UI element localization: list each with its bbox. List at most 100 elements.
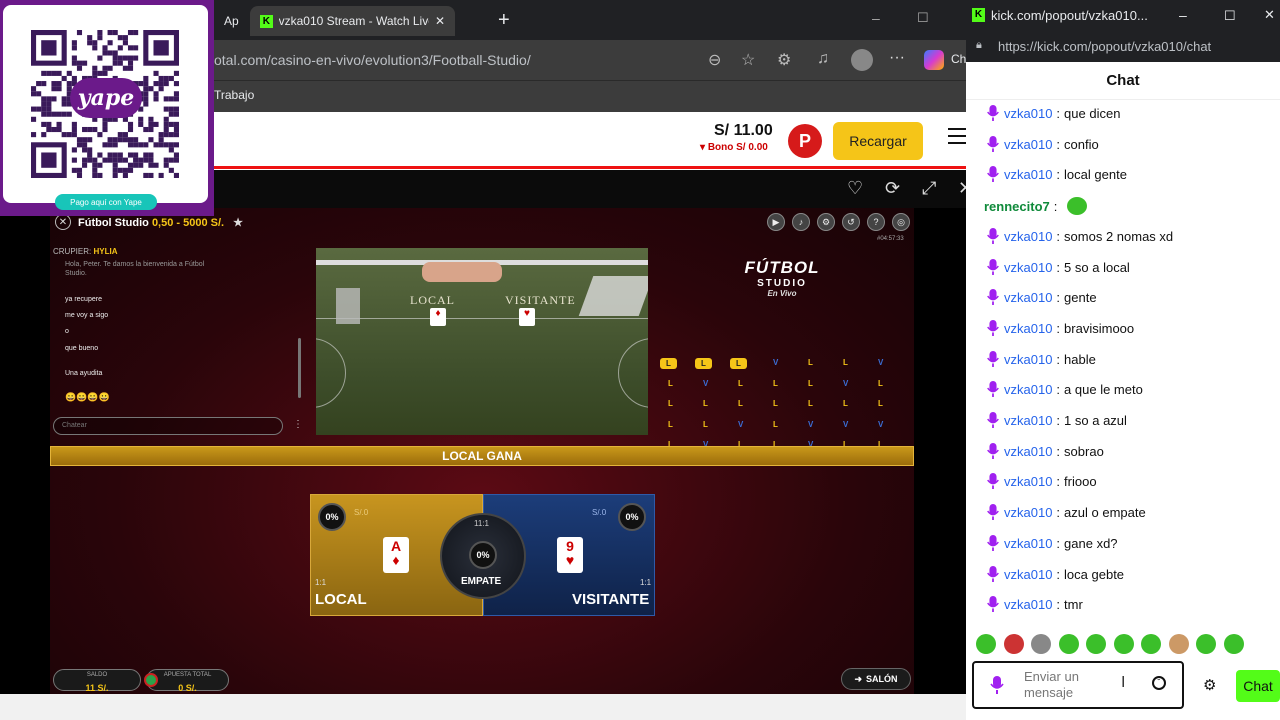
local-odds: 1:1 (315, 578, 327, 587)
chat-text: sobrao (1064, 443, 1104, 459)
emote-icon[interactable] (1141, 634, 1161, 654)
reader-icon[interactable]: ⊖ (708, 50, 721, 70)
chat-username[interactable]: vzka010 (1004, 106, 1052, 121)
lock-icon: 🔒︎ (976, 39, 982, 51)
microphone-icon[interactable] (990, 676, 1004, 694)
emote-icon[interactable] (1058, 634, 1079, 654)
chat-message: vzka010: sobrao (986, 443, 1104, 459)
chat-line: o (65, 328, 69, 335)
chat-options-icon[interactable]: ⋮ (293, 419, 303, 430)
chat-line: ya recupere (65, 296, 102, 303)
lobby-icon[interactable]: ◎ (892, 213, 910, 231)
video-icon[interactable]: ▶ (767, 213, 785, 231)
chat-username[interactable]: vzka010 (1004, 444, 1052, 459)
microphone-badge-icon (987, 259, 999, 275)
profile-avatar[interactable] (851, 49, 873, 71)
refresh-icon[interactable]: ⟳ (885, 178, 900, 199)
chat-username[interactable]: vzka010 (1004, 352, 1052, 367)
kick-url[interactable]: https://kick.com/popout/vzka010/chat (998, 39, 1211, 54)
emoji-icon[interactable]: ˘ (1152, 676, 1166, 690)
chat-username[interactable]: rennecito7 (984, 199, 1050, 214)
emote-icon[interactable] (1113, 634, 1134, 654)
crupier-name: HYLIA (93, 247, 118, 256)
emote-icon[interactable] (1003, 634, 1024, 654)
user-avatar[interactable]: P (788, 124, 822, 158)
chat-username[interactable]: vzka010 (1004, 167, 1052, 182)
chat-username[interactable]: vzka010 (1004, 321, 1052, 336)
fullscreen-icon[interactable]: ⤢ (922, 178, 936, 199)
collections-icon[interactable]: ♫ (817, 50, 829, 68)
heart-icon[interactable]: ♡ (847, 178, 863, 199)
send-chat-button[interactable]: Chat (1236, 670, 1280, 702)
video-visitante-label: VISITANTE (505, 293, 576, 307)
chat-message: vzka010: gane xd? (986, 535, 1118, 551)
logo-line3: En Vivo (767, 289, 797, 298)
saldo-value: 11 S/. (85, 683, 109, 693)
game-chat-input[interactable]: Chatear (53, 417, 283, 435)
emote-icon[interactable] (1168, 634, 1189, 654)
chat-username[interactable]: vzka010 (1004, 260, 1052, 275)
settings-icon[interactable]: ⚙ (1203, 676, 1216, 694)
crupier-label: CRUPIER: HYLIA (53, 247, 117, 256)
close-icon[interactable]: ✕ (435, 14, 445, 28)
chat-username[interactable]: vzka010 (1004, 229, 1052, 244)
chat-colon: : (1056, 412, 1061, 428)
sound-icon[interactable]: ♪ (792, 213, 810, 231)
maximize-icon[interactable]: ☐ (917, 10, 929, 26)
tab-kick-stream[interactable]: K vzka010 Stream - Watch Live on Ki ✕ (250, 6, 455, 36)
emote-icon[interactable] (1031, 634, 1051, 654)
chat-username[interactable]: vzka010 (1004, 382, 1052, 397)
chat-username[interactable]: vzka010 (1004, 536, 1052, 551)
microphone-badge-icon (987, 136, 999, 152)
chat-username[interactable]: vzka010 (1004, 567, 1052, 582)
menu-icon[interactable] (948, 128, 966, 144)
chat-text: azul o empate (1064, 504, 1146, 520)
chat-username[interactable]: vzka010 (1004, 597, 1052, 612)
chat-message: vzka010: somos 2 nomas xd (986, 228, 1173, 244)
settings-icon[interactable]: ⚙ (817, 213, 835, 231)
chat-username[interactable]: vzka010 (1004, 505, 1052, 520)
roadmap-cell: L (730, 358, 747, 369)
chat-username[interactable]: vzka010 (1004, 290, 1052, 305)
microphone-badge-icon (987, 412, 999, 428)
minimize-icon[interactable]: – (1179, 7, 1187, 23)
chat-colon: : (1056, 596, 1061, 612)
saldo-pill: SALDO 11 S/. (53, 669, 141, 693)
empate-label: EMPATE (461, 576, 502, 587)
chat-username[interactable]: vzka010 (1004, 413, 1052, 428)
favorite-star-icon[interactable]: ★ (233, 217, 243, 229)
apuesta-value: 0 S/. (178, 683, 197, 693)
history-icon[interactable]: ↺ (842, 213, 860, 231)
yape-pay-button[interactable]: Pago aquí con Yape (55, 194, 157, 210)
copilot-label[interactable]: Ch (951, 52, 966, 66)
emote-icon[interactable] (1223, 634, 1244, 654)
header-divider (214, 166, 966, 169)
minimize-icon[interactable]: – (872, 10, 880, 26)
close-icon[interactable]: ✕ (1264, 7, 1275, 23)
extensions-icon[interactable]: ⚙ (777, 50, 791, 70)
more-icon[interactable]: ··· (889, 49, 905, 67)
maximize-icon[interactable]: ☐ (1224, 8, 1236, 24)
close-game-icon[interactable]: ✕ (55, 214, 71, 230)
star-icon[interactable]: ☆ (741, 50, 755, 70)
visitante-label: VISITANTE (572, 591, 650, 608)
message-input[interactable]: Enviar un mensaje (1024, 669, 1104, 701)
bookmark-trabajo[interactable]: Trabajo (214, 88, 254, 102)
chat-message: rennecito7: (984, 197, 1088, 215)
chat-username[interactable]: vzka010 (1004, 474, 1052, 489)
chat-username[interactable]: vzka010 (1004, 137, 1052, 152)
url-field[interactable]: otal.com/casino-en-vivo/evolution3/Footb… (214, 52, 531, 68)
recargar-button[interactable]: Recargar (833, 122, 923, 160)
microphone-badge-icon (987, 105, 999, 121)
visitante-bet-amount: S/.0 (592, 508, 607, 517)
roadmap-cell: L (738, 399, 743, 408)
local-card: A ♦ (383, 537, 409, 573)
copilot-icon[interactable] (924, 50, 944, 70)
emote-icon[interactable] (1196, 634, 1216, 654)
emote-icon[interactable] (1086, 634, 1106, 654)
salon-button[interactable]: ➜ SALÓN (841, 668, 911, 690)
chat-scrollbar[interactable] (298, 338, 301, 398)
new-tab-icon[interactable]: + (498, 9, 510, 32)
emote-icon[interactable] (976, 634, 996, 654)
help-icon[interactable]: ? (867, 213, 885, 231)
